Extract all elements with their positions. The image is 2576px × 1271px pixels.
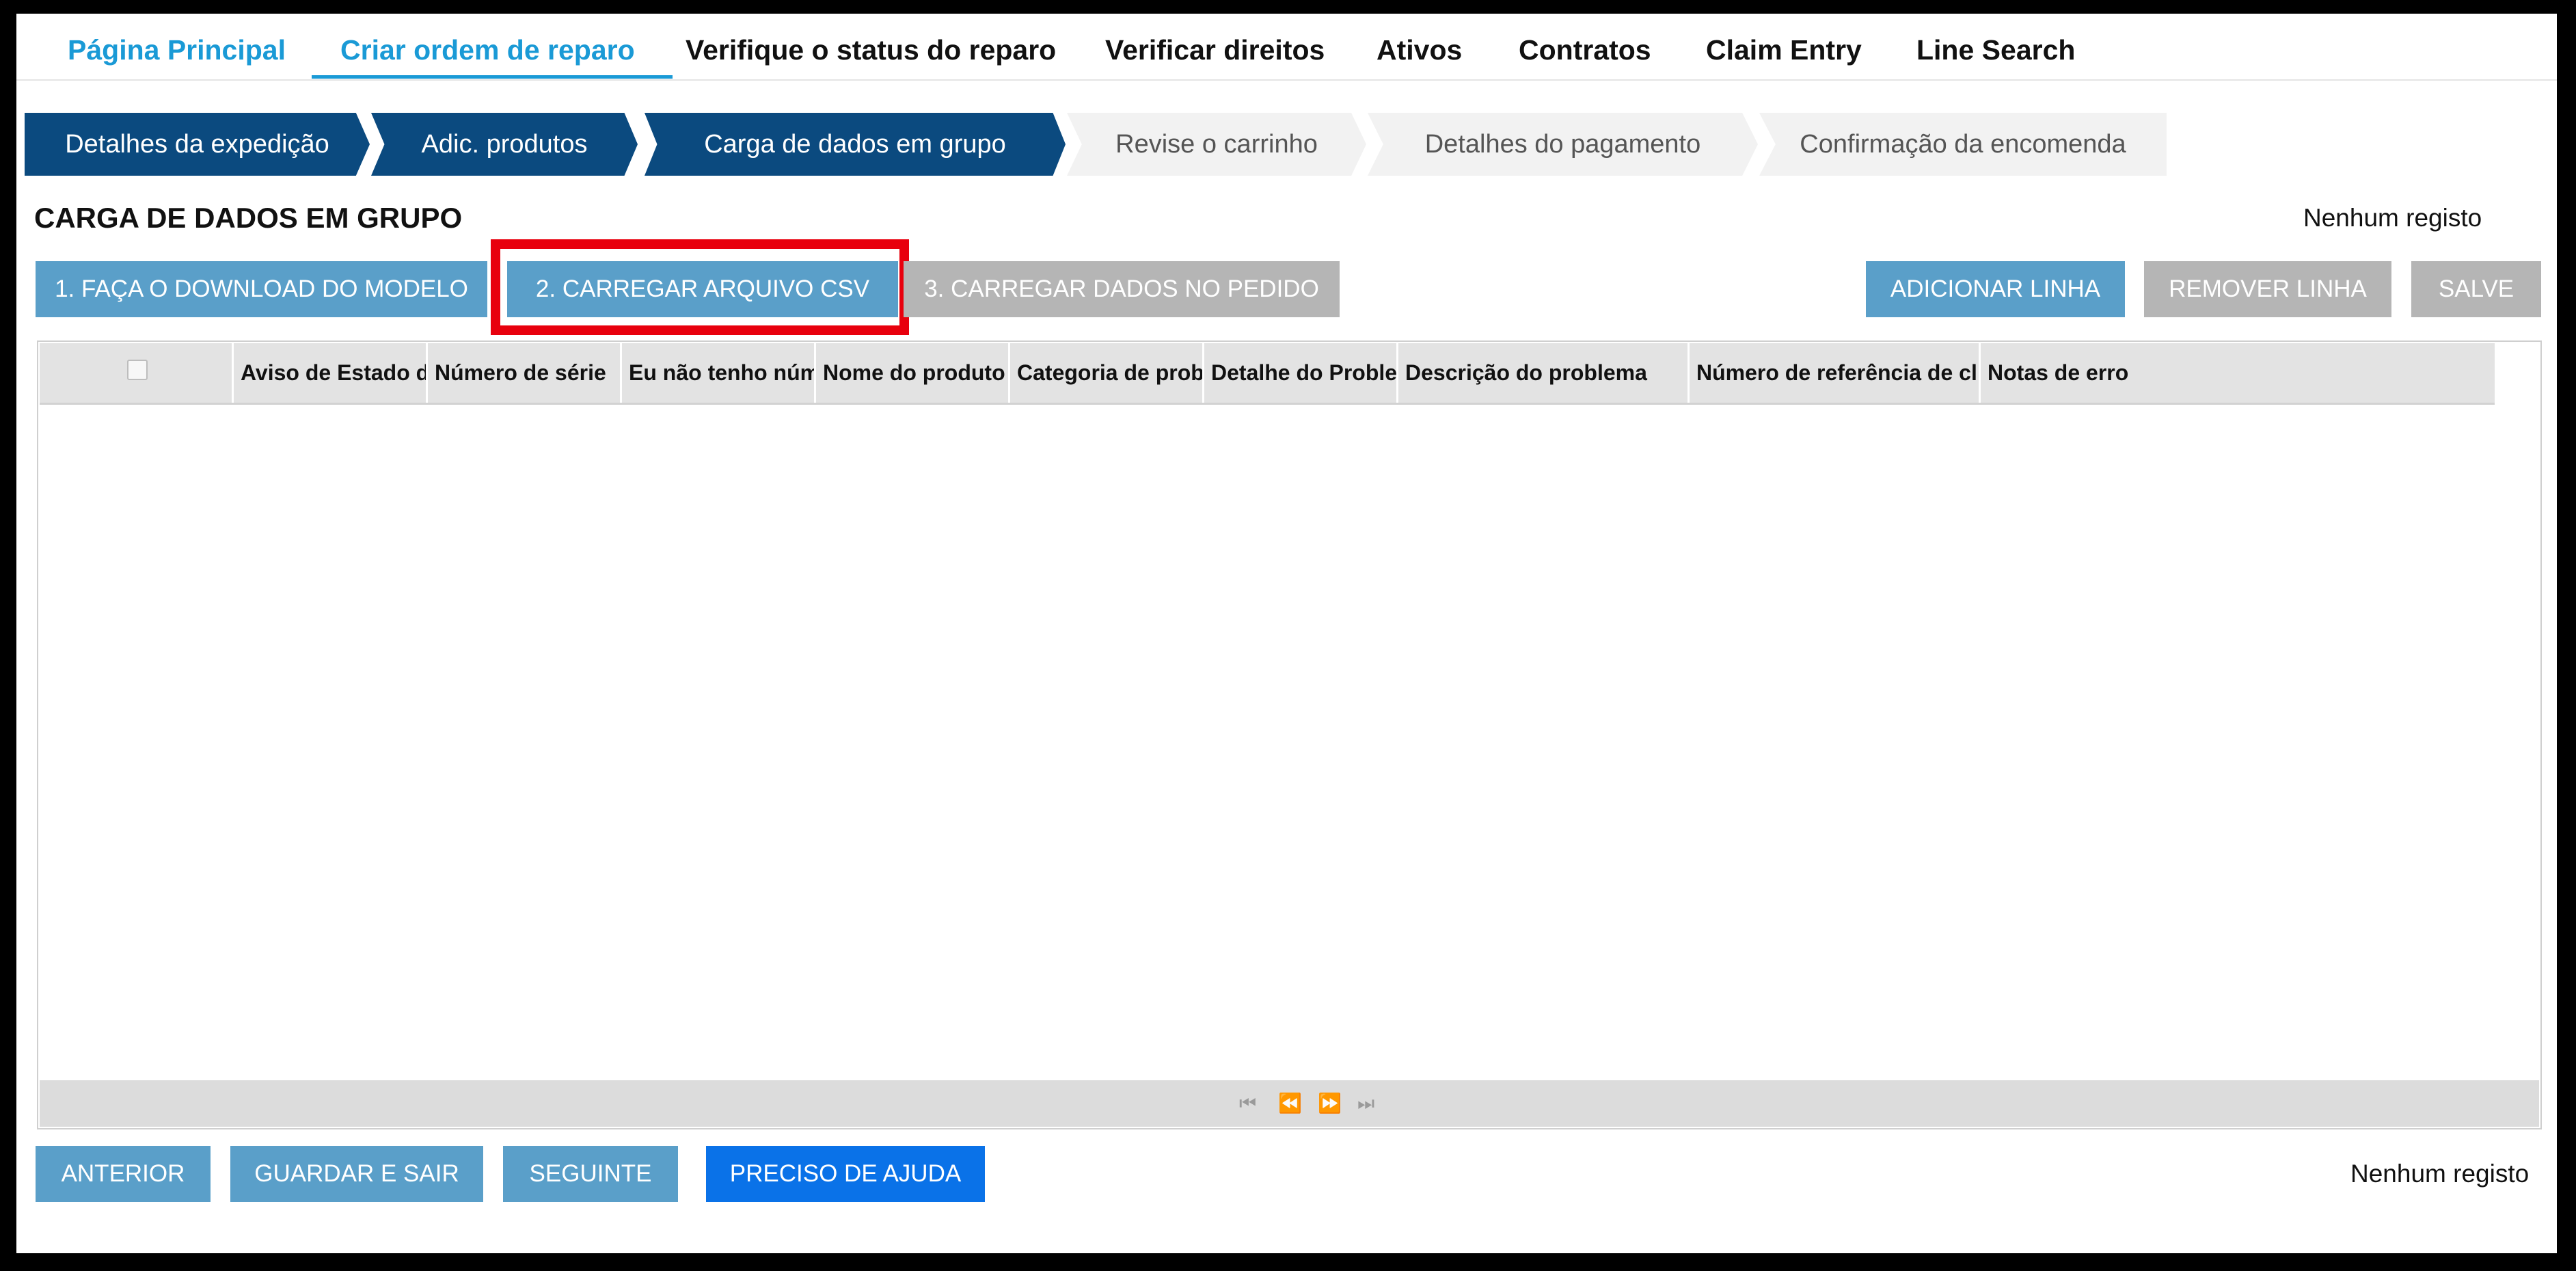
save-button[interactable]: SALVE: [2411, 261, 2541, 317]
last-page-icon[interactable]: ⏭: [1357, 1093, 1374, 1114]
remove-line-button[interactable]: REMOVER LINHA: [2144, 261, 2391, 317]
step-payment-details[interactable]: Detalhes do pagamento: [1368, 113, 1758, 176]
step-review-cart[interactable]: Revise o carrinho: [1067, 113, 1366, 176]
record-status: Nenhum registo: [2303, 204, 2482, 232]
select-all-checkbox[interactable]: [127, 360, 148, 380]
nav-line-search[interactable]: Line Search: [1916, 14, 2075, 79]
nav-claim-entry[interactable]: Claim Entry: [1706, 14, 1862, 79]
col-problem-detail[interactable]: Detalhe do Problema: [1204, 343, 1398, 403]
nav-check-entitlements[interactable]: Verificar direitos: [1105, 14, 1325, 79]
save-and-exit-button[interactable]: GUARDAR E SAIR: [230, 1146, 483, 1202]
step-bulk-data-load[interactable]: Carga de dados em grupo: [645, 113, 1066, 176]
col-status[interactable]: Aviso de Estado do: [234, 343, 428, 403]
nav-divider: [16, 79, 2557, 81]
page-title: CARGA DE DADOS EM GRUPO: [34, 202, 463, 234]
nav-home[interactable]: Página Principal: [68, 14, 286, 79]
step-shipping-details[interactable]: Detalhes da expedição: [25, 113, 370, 176]
col-problem-category[interactable]: Categoria de problema: [1010, 343, 1204, 403]
step-add-products[interactable]: Adic. produtos: [371, 113, 638, 176]
help-button[interactable]: PRECISO DE AJUDA: [706, 1146, 985, 1202]
grid-header: Aviso de Estado do Número de série Eu nã…: [40, 343, 2495, 405]
nav-check-repair-status[interactable]: Verifique o status do reparo: [686, 14, 1056, 79]
nav-active-indicator: [312, 75, 673, 79]
next-page-icon[interactable]: ⏩: [1318, 1093, 1342, 1114]
nav-contracts[interactable]: Contratos: [1519, 14, 1651, 79]
data-grid: Aviso de Estado do Número de série Eu nã…: [37, 340, 2542, 1129]
col-no-serial[interactable]: Eu não tenho número: [622, 343, 816, 403]
footer-record-status: Nenhum registo: [2350, 1160, 2530, 1188]
add-line-button[interactable]: ADICIONAR LINHA: [1866, 261, 2125, 317]
previous-button[interactable]: ANTERIOR: [36, 1146, 211, 1202]
nav-assets[interactable]: Ativos: [1377, 14, 1462, 79]
app-window: Página Principal Criar ordem de reparo V…: [16, 14, 2557, 1253]
step-order-confirmation[interactable]: Confirmação da encomenda: [1759, 113, 2167, 176]
col-error-notes[interactable]: Notas de erro: [1981, 343, 2495, 403]
col-product-name[interactable]: Nome do produto: [816, 343, 1010, 403]
next-button[interactable]: SEGUINTE: [503, 1146, 678, 1202]
previous-page-icon[interactable]: ⏪: [1278, 1093, 1302, 1114]
load-into-order-button[interactable]: 3. CARREGAR DADOS NO PEDIDO: [904, 261, 1340, 317]
grid-pager: ⏮ ⏪ ⏩ ⏭: [40, 1080, 2539, 1127]
nav-create-repair-order[interactable]: Criar ordem de reparo: [340, 14, 635, 79]
col-serial-number[interactable]: Número de série: [428, 343, 622, 403]
col-customer-reference[interactable]: Número de referência de cliente: [1690, 343, 1981, 403]
download-template-button[interactable]: 1. FAÇA O DOWNLOAD DO MODELO: [36, 261, 487, 317]
first-page-icon[interactable]: ⏮: [1239, 1093, 1256, 1114]
highlight-box: [491, 239, 909, 335]
col-problem-description[interactable]: Descrição do problema: [1398, 343, 1690, 403]
col-select-all: [40, 343, 234, 403]
